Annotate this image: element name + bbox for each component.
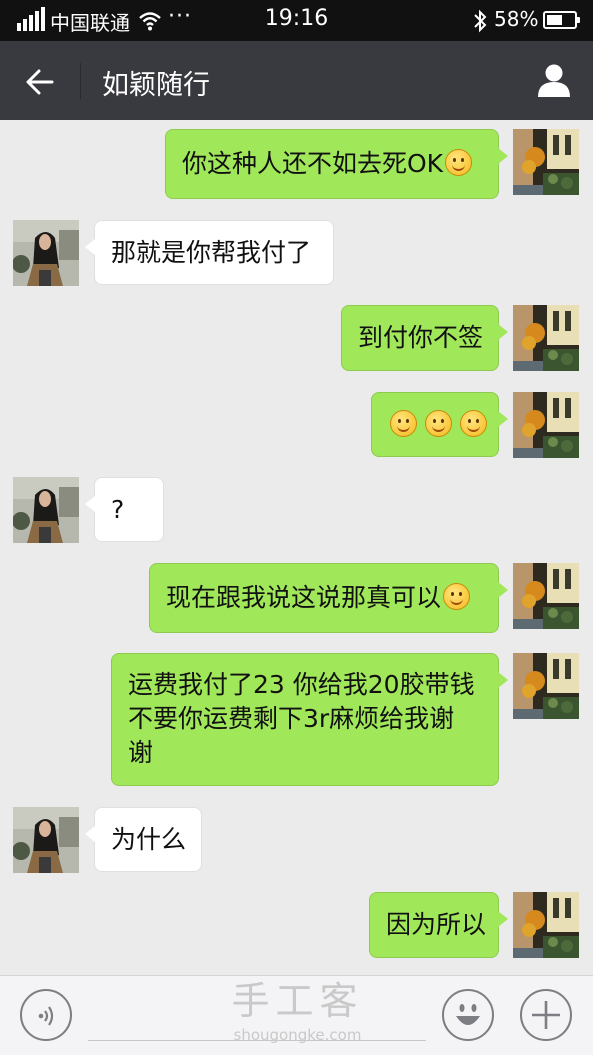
my-avatar[interactable] xyxy=(513,653,579,719)
smiley-emoji-icon xyxy=(445,149,473,176)
bubble-tail xyxy=(498,582,508,598)
emoji-button[interactable] xyxy=(442,989,494,1041)
sent-message-bubble[interactable]: 因为所以 xyxy=(369,892,508,958)
message-text-content: ? xyxy=(111,494,125,524)
my-avatar[interactable] xyxy=(513,392,579,458)
my-avatar[interactable] xyxy=(513,892,579,958)
status-bar: 中国联通 ··· 19:16 58% xyxy=(0,0,593,41)
message-text-content: 现在跟我说这说那真可以 xyxy=(166,583,442,612)
bluetooth-icon xyxy=(474,9,487,33)
message-text: ? xyxy=(111,493,124,527)
message-text-content: 那就是你帮我付了 xyxy=(111,237,312,267)
header-divider xyxy=(80,63,81,99)
smiley-emoji-icon xyxy=(443,583,471,610)
my-avatar[interactable] xyxy=(513,129,579,195)
chat-title: 如颖随行 xyxy=(102,70,210,101)
received-message-bubble[interactable]: 为什么 xyxy=(85,807,202,872)
user-icon[interactable] xyxy=(535,61,573,99)
my-avatar[interactable] xyxy=(513,305,579,371)
message-text-content: 因为所以 xyxy=(386,910,487,939)
bubble-tail xyxy=(85,496,95,512)
battery-percent: 58% xyxy=(494,7,539,31)
bubble-tail xyxy=(85,826,95,842)
message-text: 你这种人还不如去死OK xyxy=(182,147,473,181)
sent-message-bubble[interactable]: 运费我付了23 你给我20胶带钱 不要你运费剩下3r麻烦给我谢 谢 xyxy=(111,653,508,786)
input-bar: 手工客 shougongke.com xyxy=(0,975,593,1055)
contact-avatar[interactable] xyxy=(13,807,79,873)
smiley-emoji-icon xyxy=(460,409,487,437)
message-text-content: 运费我付了23 你给我20胶带钱 不要你运费剩下3r麻烦给我谢 谢 xyxy=(128,670,475,767)
contact-avatar[interactable] xyxy=(13,477,79,543)
watermark: 手工客 shougongke.com xyxy=(230,976,365,1044)
message-text-content: 你这种人还不如去死OK xyxy=(182,149,444,178)
sent-message-bubble[interactable]: 你这种人还不如去死OK xyxy=(165,129,508,199)
plus-icon xyxy=(532,1001,560,1029)
chat-header: 如颖随行 xyxy=(0,41,593,120)
watermark-url: shougongke.com xyxy=(233,1026,362,1044)
battery-level xyxy=(547,15,563,25)
battery-icon xyxy=(543,11,580,29)
contact-avatar[interactable] xyxy=(13,220,79,286)
message-text-content: 为什么 xyxy=(111,824,187,854)
message-text: 因为所以 xyxy=(386,908,486,942)
arrow-left-icon[interactable] xyxy=(24,66,56,98)
smiley-emoji-icon xyxy=(390,409,417,437)
watermark-title: 手工客 xyxy=(231,979,364,1023)
smiley-emoji-icon xyxy=(425,409,452,437)
sent-message-bubble[interactable]: 到付你不签 xyxy=(341,305,508,371)
message-input[interactable] xyxy=(88,1040,426,1041)
message-text: 那就是你帮我付了 xyxy=(111,236,311,270)
message-text-content: 到付你不签 xyxy=(358,323,484,352)
bubble-tail xyxy=(498,411,508,427)
sent-message-bubble[interactable]: 现在跟我说这说那真可以 xyxy=(149,563,508,633)
message-text: 运费我付了23 你给我20胶带钱 不要你运费剩下3r麻烦给我谢 谢 xyxy=(128,668,488,770)
bubble-tail xyxy=(498,148,508,164)
message-text: 现在跟我说这说那真可以 xyxy=(166,581,471,615)
received-message-bubble[interactable]: ? xyxy=(85,477,164,542)
emoji-icon xyxy=(456,1004,480,1025)
received-message-bubble[interactable]: 那就是你帮我付了 xyxy=(85,220,334,285)
more-button[interactable] xyxy=(520,989,572,1041)
bubble-tail xyxy=(498,672,508,688)
bubble-tail xyxy=(498,324,508,340)
sent-message-bubble[interactable] xyxy=(371,392,508,457)
bubble-tail xyxy=(498,911,508,927)
my-avatar[interactable] xyxy=(513,563,579,629)
message-text xyxy=(388,408,487,442)
voice-button[interactable] xyxy=(20,989,72,1041)
voice-icon xyxy=(38,1006,54,1026)
message-text: 到付你不签 xyxy=(358,321,483,355)
bubble-tail xyxy=(85,239,95,255)
message-text: 为什么 xyxy=(111,823,186,857)
